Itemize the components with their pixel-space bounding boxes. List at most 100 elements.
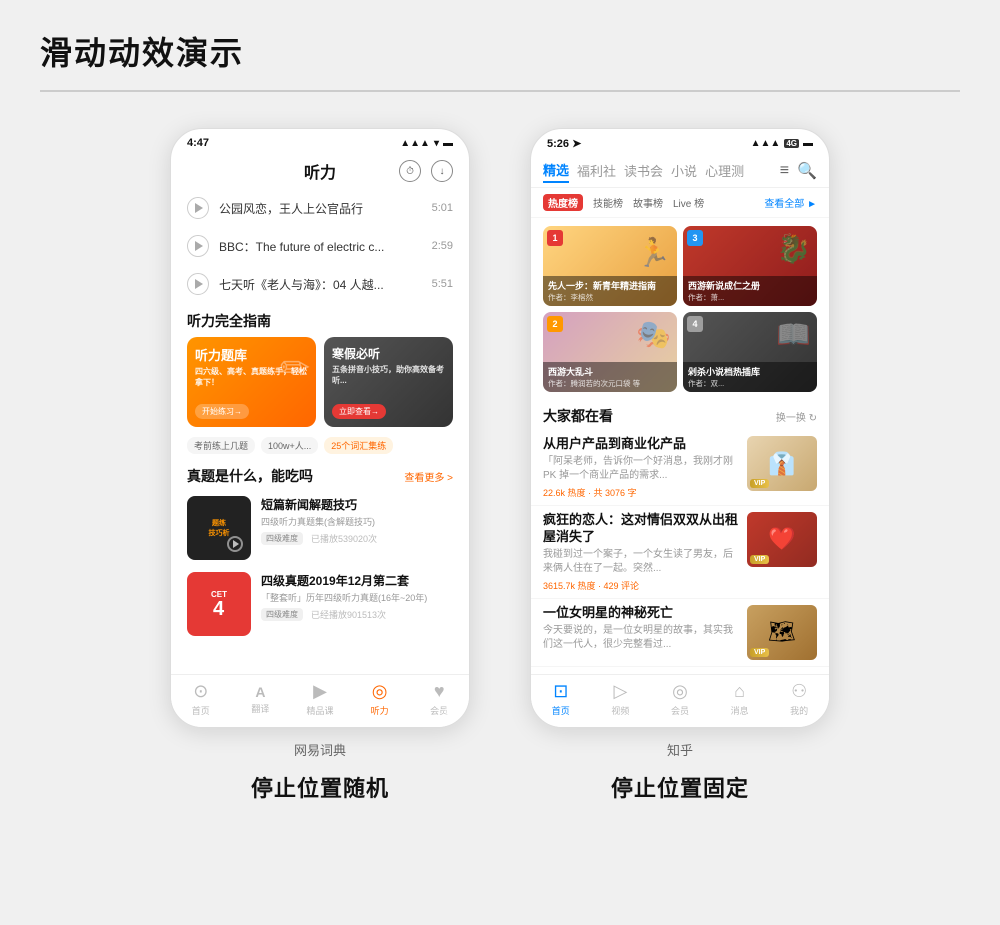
refresh-btn[interactable]: 换一换 ↻ bbox=[776, 409, 817, 424]
zhihu-tab-home[interactable]: ⊡ 首页 bbox=[531, 681, 591, 717]
tab-dushuhui[interactable]: 读书会 bbox=[624, 159, 663, 182]
feed-title-2: 疯狂的恋人：这对情侣双双从出租屋消失了 bbox=[543, 512, 739, 546]
vip-badge-2: VIP bbox=[750, 555, 769, 564]
book-card-3[interactable]: 3 西游新说成仁之册 作者：萧... 🐉 bbox=[683, 226, 817, 306]
item-title-1: 公园风恋，王人上公官品行 bbox=[219, 200, 422, 217]
hot-tabs-row: 热度榜 技能榜 故事榜 Live 榜 查看全部 ► bbox=[531, 188, 829, 218]
item-time-2: 2:59 bbox=[432, 240, 453, 252]
course-info-1: 短篇新闻解题技巧 四级听力真题集(含解题技巧) 四级难度 已播放539020次 bbox=[261, 496, 453, 545]
wifi-icon: ▾ bbox=[434, 138, 439, 149]
left-phone-caption: 停止位置随机 bbox=[251, 771, 389, 803]
play-button-3[interactable] bbox=[187, 273, 209, 295]
left-phone-label: 网易词典 bbox=[294, 740, 346, 759]
phones-container: 4:47 ▲▲▲ ▾ ▬ 听力 ⏱ ↓ 公园风 bbox=[0, 92, 1000, 823]
zhihu-tab-bar: ⊡ 首页 ▷ 视频 ◎ 会员 ⌂ 消息 ⚇ 我的 bbox=[531, 674, 829, 727]
zhihu-tab-message-label: 消息 bbox=[731, 704, 749, 717]
tab-fulishe[interactable]: 福利社 bbox=[577, 159, 616, 182]
left-tab-bar: ⊙ 首页 A 翻译 ▶ 精品课 ◎ 听力 ♥ 会员 bbox=[171, 674, 469, 727]
item-time-3: 5:51 bbox=[432, 278, 453, 290]
right-network-icon: 4G bbox=[784, 139, 799, 148]
signal-icon: ▲▲▲ bbox=[400, 138, 430, 149]
tab-xiaoshuo[interactable]: 小说 bbox=[671, 159, 697, 182]
tag-2: 100w+人... bbox=[261, 437, 318, 454]
left-nav-title: 听力 bbox=[304, 159, 336, 183]
item-time-1: 5:01 bbox=[432, 202, 453, 214]
hot-tab-active[interactable]: 热度榜 bbox=[543, 194, 583, 211]
book-overlay-3: 西游新说成仁之册 作者：萧... bbox=[683, 276, 817, 306]
left-status-bar: 4:47 ▲▲▲ ▾ ▬ bbox=[171, 129, 469, 153]
book-card-4[interactable]: 4 剁杀小说档热插库 作者：双... 📖 bbox=[683, 312, 817, 392]
see-all-btn[interactable]: 查看全部 ► bbox=[764, 195, 817, 210]
left-phone-wrapper: 4:47 ▲▲▲ ▾ ▬ 听力 ⏱ ↓ 公园风 bbox=[170, 128, 470, 803]
feed-thumb-3: 🗺 VIP bbox=[747, 605, 817, 660]
feed-hot-2: 3615.7k 热度 · 429 评论 bbox=[543, 579, 639, 592]
tab-courses[interactable]: ▶ 精品课 bbox=[290, 681, 350, 717]
book-illustration-2: 🎭 bbox=[636, 318, 671, 351]
course-thumb-1: 题练技巧析 bbox=[187, 496, 251, 560]
search-icon[interactable]: 🔍 bbox=[797, 161, 817, 181]
right-battery-icon: ▬ bbox=[803, 138, 813, 149]
tab-listen[interactable]: ◎ 听力 bbox=[350, 681, 410, 717]
plays-2: 已经播放901513次 bbox=[311, 608, 386, 621]
banner-btn-1[interactable]: 开始练习→ bbox=[195, 404, 249, 419]
play-button-1[interactable] bbox=[187, 197, 209, 219]
right-status-bar: 5:26 ➤ ▲▲▲ 4G ▬ bbox=[531, 129, 829, 154]
feed-item-2[interactable]: 疯狂的恋人：这对情侣双双从出租屋消失了 我碰到过一个案子，一个女生读了男友，后来… bbox=[531, 506, 829, 599]
zhihu-content: 1 先人一步：新青年精进指南 作者：李榕然 🏃 3 西游新说成仁之册 bbox=[531, 218, 829, 674]
tab-translate[interactable]: A 翻译 bbox=[231, 684, 291, 715]
left-nav-icons: ⏱ ↓ bbox=[399, 160, 453, 182]
section-heading-1: 听力完全指南 bbox=[171, 303, 469, 337]
course-item-2[interactable]: CET 4 四级真题2019年12月第二套 「整套听」历年四级听力真题(16年~… bbox=[171, 566, 469, 642]
zhihu-tab-member-label: 会员 bbox=[671, 704, 689, 717]
book-title-4: 剁杀小说档热插库 bbox=[688, 365, 812, 378]
list-item[interactable]: 公园风恋，王人上公官品行 5:01 bbox=[171, 189, 469, 227]
zhihu-tab-video-label: 视频 bbox=[611, 704, 629, 717]
list-item[interactable]: BBC：The future of electric c... 2:59 bbox=[171, 227, 469, 265]
book-overlay-4: 剁杀小说档热插库 作者：双... bbox=[683, 362, 817, 392]
zhihu-tab-video[interactable]: ▷ 视频 bbox=[591, 681, 651, 717]
zhihu-video-icon: ▷ bbox=[613, 681, 627, 702]
feed-item-3[interactable]: 一位女明星的神秘死亡 今天要说的，是一位女明星的故事，其实我们这一代人，很少完整… bbox=[531, 599, 829, 667]
hot-tab-stories[interactable]: 故事榜 bbox=[633, 195, 663, 210]
list-item[interactable]: 七天听《老人与海》：04 人越... 5:51 bbox=[171, 265, 469, 303]
book-grid: 1 先人一步：新青年精进指南 作者：李榕然 🏃 3 西游新说成仁之册 bbox=[531, 218, 829, 400]
book-card-2[interactable]: 2 西游大乱斗 作者：腾润若的次元口袋 等 🎭 bbox=[543, 312, 677, 392]
zhihu-tab-message[interactable]: ⌂ 消息 bbox=[710, 681, 770, 717]
right-phone-wrapper: 5:26 ➤ ▲▲▲ 4G ▬ 精选 福利社 读书会 小说 心理测 ≡ 🔍 bbox=[530, 128, 830, 803]
book-author-1: 作者：李榕然 bbox=[548, 292, 672, 303]
feed-thumb-2: ❤️ VIP bbox=[747, 512, 817, 567]
right-top-nav: 精选 福利社 读书会 小说 心理测 ≡ 🔍 bbox=[531, 154, 829, 188]
hot-tab-skills[interactable]: 技能榜 bbox=[593, 195, 623, 210]
zhihu-tab-profile[interactable]: ⚇ 我的 bbox=[769, 681, 829, 717]
feed-title-3: 一位女明星的神秘死亡 bbox=[543, 605, 739, 622]
menu-icon[interactable]: ≡ bbox=[780, 162, 789, 180]
tab-home[interactable]: ⊙ 首页 bbox=[171, 681, 231, 717]
tags-row: 考前练上几题 100w+人... 25个词汇集练 bbox=[171, 435, 469, 460]
feed-title-1: 从用户产品到商业化产品 bbox=[543, 436, 739, 453]
banner-card-2[interactable]: 寒假必听 五条拼音小技巧，助你高效备考听... 立即查看→ bbox=[324, 337, 453, 427]
feed-item-1[interactable]: 从用户产品到商业化产品 「阿呆老师，告诉你一个好消息，我刚才刚 PK 掉一个商业… bbox=[531, 430, 829, 506]
download-icon[interactable]: ↓ bbox=[431, 160, 453, 182]
tab-xinlice[interactable]: 心理测 bbox=[705, 159, 744, 182]
book-card-1[interactable]: 1 先人一步：新青年精进指南 作者：李榕然 🏃 bbox=[543, 226, 677, 306]
clock-icon[interactable]: ⏱ bbox=[399, 160, 421, 182]
book-title-2: 西游大乱斗 bbox=[548, 365, 672, 378]
vip-badge-1: VIP bbox=[750, 479, 769, 488]
battery-icon: ▬ bbox=[443, 138, 453, 149]
section-more-2[interactable]: 查看更多 > bbox=[404, 469, 453, 484]
section-row-2: 真题是什么，能吃吗 查看更多 > bbox=[171, 460, 469, 490]
tab-jingxuan[interactable]: 精选 bbox=[543, 158, 569, 183]
hot-tab-live[interactable]: Live 榜 bbox=[673, 195, 704, 210]
zhihu-tab-member[interactable]: ◎ 会员 bbox=[650, 681, 710, 717]
tab-listen-label: 听力 bbox=[371, 704, 389, 717]
book-rank-4: 4 bbox=[687, 316, 703, 332]
zhihu-message-icon: ⌂ bbox=[734, 681, 745, 702]
feed-text-2: 疯狂的恋人：这对情侣双双从出租屋消失了 我碰到过一个案子，一个女生读了男友，后来… bbox=[543, 512, 739, 592]
right-signal-icon: ▲▲▲ bbox=[751, 138, 781, 149]
course-title-2: 四级真题2019年12月第二套 bbox=[261, 572, 453, 589]
play-button-2[interactable] bbox=[187, 235, 209, 257]
course-meta-1: 四级难度 已播放539020次 bbox=[261, 532, 453, 545]
banner-card-1[interactable]: 听力题库 四六级、高考、真题练手，轻松拿下！ 开始练习→ ✏ bbox=[187, 337, 316, 427]
course-item-1[interactable]: 题练技巧析 短篇新闻解题技巧 四级听力真题集(含解题技巧) 四级难度 已播放53… bbox=[171, 490, 469, 566]
banner-btn-2[interactable]: 立即查看→ bbox=[332, 404, 386, 419]
